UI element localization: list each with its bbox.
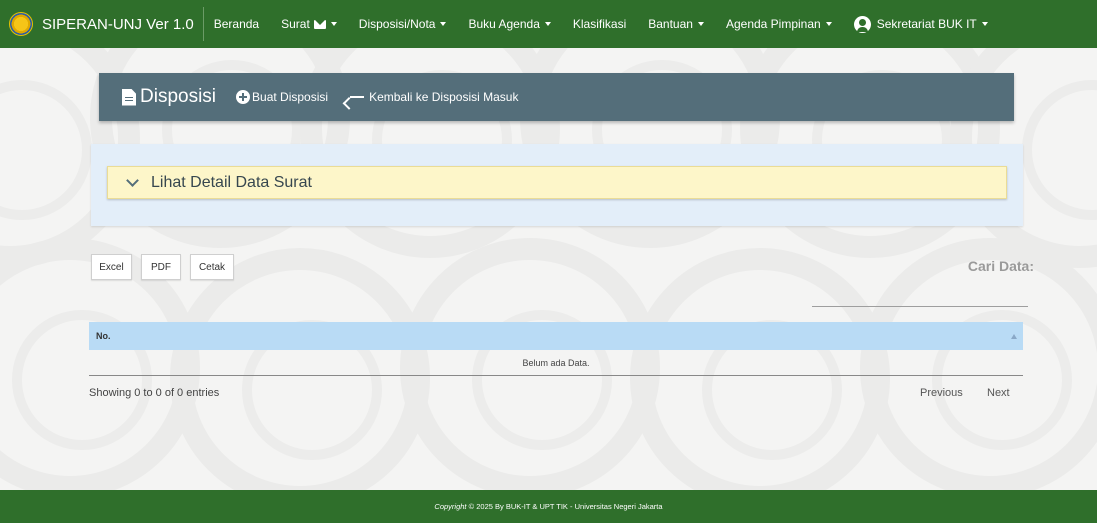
chevron-down-icon bbox=[126, 173, 139, 187]
column-header-no[interactable]: No. bbox=[96, 331, 111, 341]
user-circle-icon bbox=[853, 15, 871, 33]
next-page-button[interactable]: Next bbox=[987, 387, 1010, 399]
nav-divider bbox=[202, 7, 204, 41]
footer-text: © 2025 By BUK-IT & UPT TIK - Universitas… bbox=[468, 502, 663, 511]
nav-surat[interactable]: Surat bbox=[281, 17, 337, 31]
user-menu[interactable]: Sekretariat BUK IT bbox=[853, 15, 988, 33]
page-header-card: Disposisi Buat Disposisi Kembali ke Disp… bbox=[99, 73, 1014, 121]
detail-panel: Lihat Detail Data Surat bbox=[91, 144, 1023, 226]
footer: Copyright © 2025 By BUK-IT & UPT TIK - U… bbox=[0, 490, 1097, 523]
university-logo-icon bbox=[9, 12, 33, 36]
caret-down-icon bbox=[330, 22, 337, 26]
table-empty-row: Belum ada Data. bbox=[89, 350, 1023, 376]
caret-down-icon bbox=[544, 22, 551, 26]
nav-beranda-label: Beranda bbox=[213, 17, 260, 31]
brand-title[interactable]: SIPERAN-UNJ Ver 1.0 bbox=[42, 16, 194, 33]
nav-buku-agenda-label: Buku Agenda bbox=[468, 17, 540, 31]
caret-down-icon bbox=[440, 22, 447, 26]
nav-disposisi-label: Disposisi/Nota bbox=[358, 17, 436, 31]
entries-info: Showing 0 to 0 of 0 entries bbox=[89, 387, 220, 399]
print-button[interactable]: Cetak bbox=[190, 254, 234, 280]
nav-klasifikasi-label: Klasifikasi bbox=[572, 17, 627, 31]
search-input[interactable] bbox=[812, 306, 1028, 307]
table-header: No. bbox=[89, 322, 1023, 350]
nav-bantuan-label: Bantuan bbox=[648, 17, 693, 31]
create-disposition-link[interactable]: Buat Disposisi bbox=[252, 90, 328, 104]
nav-klasifikasi[interactable]: Klasifikasi bbox=[573, 17, 626, 31]
top-navbar: SIPERAN-UNJ Ver 1.0 Beranda Surat Dispos… bbox=[0, 0, 1097, 48]
empty-message: Belum ada Data. bbox=[522, 357, 590, 368]
caret-down-icon bbox=[981, 22, 988, 26]
user-name: Sekretariat BUK IT bbox=[876, 17, 977, 31]
back-to-inbox-link[interactable]: Kembali ke Disposisi Masuk bbox=[369, 90, 518, 104]
nav-agenda-pimpinan-label: Agenda Pimpinan bbox=[725, 17, 821, 31]
detail-toggle-label: Lihat Detail Data Surat bbox=[151, 173, 312, 191]
previous-page-button[interactable]: Previous bbox=[920, 387, 963, 399]
caret-down-icon bbox=[825, 22, 832, 26]
nav-disposisi-nota[interactable]: Disposisi/Nota bbox=[359, 17, 447, 31]
plus-circle-icon[interactable] bbox=[236, 90, 251, 104]
sort-ascending-icon[interactable] bbox=[1011, 333, 1017, 339]
nav-buku-agenda[interactable]: Buku Agenda bbox=[468, 17, 551, 31]
nav-bantuan[interactable]: Bantuan bbox=[648, 17, 704, 31]
envelope-icon bbox=[313, 19, 326, 29]
nav-surat-label: Surat bbox=[281, 17, 310, 31]
arrow-left-icon[interactable] bbox=[348, 90, 365, 104]
export-excel-button[interactable]: Excel bbox=[91, 254, 132, 280]
nav-beranda[interactable]: Beranda bbox=[214, 17, 259, 31]
search-label: Cari Data: bbox=[967, 258, 1034, 274]
document-icon bbox=[122, 88, 136, 106]
nav-agenda-pimpinan[interactable]: Agenda Pimpinan bbox=[726, 17, 832, 31]
caret-down-icon bbox=[697, 22, 704, 26]
page-title: Disposisi bbox=[140, 86, 217, 107]
export-pdf-button[interactable]: PDF bbox=[141, 254, 181, 280]
footer-copyright-word: Copyright bbox=[434, 502, 467, 511]
detail-toggle[interactable]: Lihat Detail Data Surat bbox=[107, 166, 1007, 199]
